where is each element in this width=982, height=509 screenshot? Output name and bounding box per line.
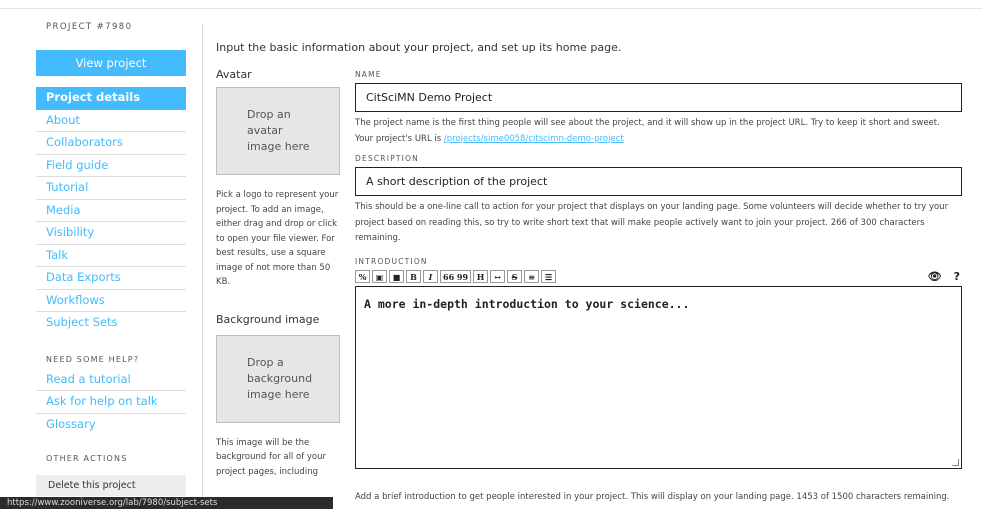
details-column: NAME CitSciMN Demo Project The project n… (355, 70, 962, 469)
toolbar-right: 👁 ? (928, 270, 960, 283)
sidebar-item-about[interactable]: About (36, 110, 186, 132)
link-icon[interactable]: % (355, 270, 370, 283)
background-drop-line-3: image here (247, 387, 310, 401)
horizontal-rule-icon[interactable]: ↔ (490, 270, 506, 283)
resize-handle-icon[interactable] (952, 458, 959, 466)
introduction-note: Add a brief introduction to get people i… (355, 492, 950, 502)
introduction-text: A more in-depth introduction to your sci… (364, 296, 690, 311)
avatar-dropzone[interactable]: Drop an avatar image here (216, 87, 340, 175)
sidebar-nav: Project details About Collaborators Fiel… (36, 87, 186, 335)
sidebar-item-collaborators[interactable]: Collaborators (36, 132, 186, 155)
sidebar-item-subject-sets[interactable]: Subject Sets (36, 312, 186, 335)
italic-icon[interactable]: I (423, 270, 438, 283)
background-drop-line-2: background (247, 371, 313, 385)
avatar-drop-line-3: image here (247, 140, 310, 153)
background-dropzone[interactable]: Drop a background image here (216, 334, 340, 423)
bullet-list-icon[interactable]: ≡ (524, 270, 540, 283)
background-heading: Background image (216, 312, 320, 326)
description-note: This should be a one-line call to action… (355, 202, 949, 243)
help-section-label: NEED SOME HELP? (46, 354, 140, 364)
sidebar-item-talk[interactable]: Talk (36, 245, 186, 267)
name-label: NAME (355, 70, 382, 79)
project-url-link[interactable]: /projects/sime0058/citscimn-demo-project (444, 134, 624, 144)
project-id: PROJECT #7980 (46, 22, 133, 32)
description-input[interactable]: A short description of the project (355, 167, 962, 196)
project-url-line: Your project's URL is /projects/sime0058… (355, 132, 962, 148)
browser-status-url: https://www.zooniverse.org/lab/7980/subj… (0, 497, 333, 509)
numbered-list-icon[interactable]: ☰ (541, 270, 557, 283)
background-help: This image will be the background for al… (216, 437, 327, 477)
avatar-drop-line-1: Drop an (247, 108, 291, 121)
background-drop-line-1: Drop a (247, 355, 284, 369)
introduction-textarea[interactable]: A more in-depth introduction to your sci… (355, 285, 962, 469)
video-icon[interactable]: ■ (389, 270, 404, 283)
quote-icon[interactable]: 66 99 (440, 270, 472, 283)
sidebar-item-project-details[interactable]: Project details (36, 87, 186, 110)
name-input[interactable]: CitSciMN Demo Project (355, 83, 962, 112)
name-note: The project name is the first thing peop… (355, 116, 962, 147)
image-icon[interactable]: ▣ (372, 270, 387, 283)
heading-icon[interactable]: H (473, 270, 489, 283)
read-tutorial-link[interactable]: Read a tutorial (36, 369, 186, 391)
ask-help-talk-link[interactable]: Ask for help on talk (36, 391, 186, 414)
sidebar-item-workflows[interactable]: Workflows (36, 290, 186, 312)
avatar-heading: Avatar (216, 68, 252, 81)
introduction-label: INTRODUCTION (355, 256, 428, 266)
sidebar-item-media[interactable]: Media (36, 200, 186, 222)
page-intro: Input the basic information about your p… (216, 41, 622, 54)
sidebar: PROJECT #7980 View project Project detai… (36, 22, 186, 496)
help-question-icon[interactable]: ? (954, 270, 960, 283)
sidebar-item-visibility[interactable]: Visibility (36, 222, 186, 245)
bold-icon[interactable]: B (406, 270, 421, 283)
markdown-toolbar: % ▣ ■ B I 66 99 H ↔ S ≡ ☰ 👁 ? (355, 270, 962, 284)
top-divider (0, 8, 982, 9)
sidebar-divider (202, 24, 203, 509)
avatar-help: Pick a logo to represent your project. T… (216, 190, 339, 287)
url-prefix: Your project's URL is (355, 133, 442, 144)
sidebar-item-data-exports[interactable]: Data Exports (36, 267, 186, 290)
view-project-button[interactable]: View project (36, 50, 186, 76)
delete-project-button[interactable]: Delete this project (36, 475, 186, 496)
image-column: Avatar Drop an avatar image here Pick a … (216, 68, 342, 479)
description-label: DESCRIPTION (355, 154, 419, 163)
preview-eye-icon[interactable]: 👁 (928, 270, 942, 283)
strikethrough-icon[interactable]: S (507, 270, 523, 283)
other-actions-label: OTHER ACTIONS (46, 454, 128, 463)
glossary-link[interactable]: Glossary (36, 414, 186, 437)
name-note-text: The project name is the first thing peop… (355, 118, 940, 128)
avatar-drop-line-2: avatar (247, 124, 283, 137)
sidebar-item-field-guide[interactable]: Field guide (36, 155, 186, 177)
sidebar-item-tutorial[interactable]: Tutorial (36, 177, 186, 200)
